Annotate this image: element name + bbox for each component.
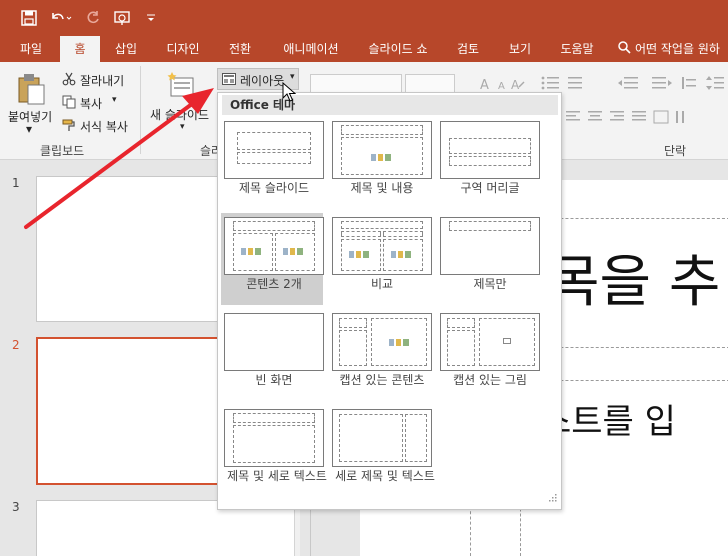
mouse-cursor-icon — [282, 82, 296, 102]
annotation-arrow-icon — [24, 88, 214, 229]
